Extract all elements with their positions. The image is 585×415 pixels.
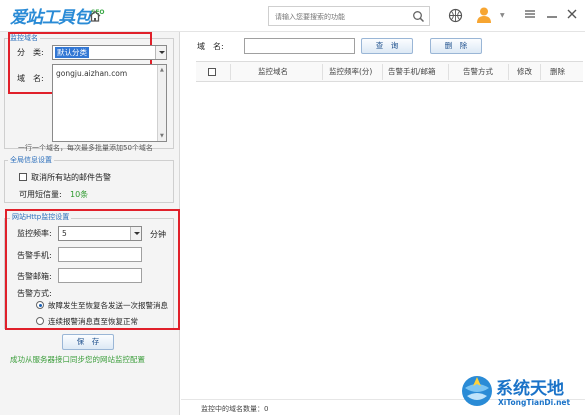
scroll-down-icon[interactable]: ▼ (160, 133, 164, 139)
search-input[interactable] (275, 10, 405, 23)
minimize-icon[interactable] (546, 8, 558, 20)
filter-domain-label: 域 名: (197, 42, 224, 51)
frequency-select[interactable]: 5 (58, 226, 142, 241)
chevron-down-icon[interactable] (155, 46, 166, 59)
column-header-edit[interactable]: 修改 (517, 62, 532, 82)
filter-domain-input[interactable] (244, 38, 355, 54)
frequency-unit: 分钟 (150, 230, 166, 239)
watermark-logo: 系统天地 XiTongTianDi.net (454, 372, 585, 415)
sms-label: 可用短信量: (19, 190, 62, 199)
domain-list-panel: 域 名: 查 询 删 除 监控域名 监控频率(分) 告警手机/邮箱 告警方式 修… (181, 32, 585, 415)
globe-icon (462, 376, 492, 406)
sms-value: 10条 (70, 190, 89, 199)
delete-button[interactable]: 删 除 (430, 38, 482, 54)
column-header-domain[interactable]: 监控域名 (258, 62, 288, 82)
ball-icon[interactable] (448, 8, 463, 23)
scroll-up-icon[interactable]: ▲ (160, 67, 164, 73)
alert-mode-label: 告警方式: (17, 289, 52, 298)
search-icon[interactable] (412, 10, 425, 23)
cancel-alerts-checkbox[interactable] (19, 173, 27, 181)
frequency-label: 监控频率: (17, 229, 52, 238)
alert-email-label: 告警邮箱: (17, 272, 52, 281)
alert-mode-option-once[interactable]: 故障发生至恢复各发送一次报警消息 (48, 300, 168, 311)
menu-icon[interactable] (524, 8, 536, 20)
domain-table-header: 监控域名 监控频率(分) 告警手机/邮箱 告警方式 修改 删除 (196, 61, 583, 82)
alert-mode-radio-once[interactable] (36, 301, 44, 309)
settings-panel: 监控域名 分 类: 默认分类 域 名: gongju.aizhan.com ▲ … (0, 32, 180, 415)
domain-hint: 一行一个域名，每次最多批量添加50个域名 (18, 144, 153, 152)
search-field[interactable] (268, 6, 430, 26)
cancel-alerts-label[interactable]: 取消所有站的邮件告警 (31, 172, 111, 183)
http-settings-title: 网站Http监控设置 (10, 212, 72, 222)
column-header-contact[interactable]: 告警手机/邮箱 (388, 62, 436, 82)
select-all-checkbox[interactable] (208, 68, 216, 76)
domain-textarea[interactable]: gongju.aizhan.com ▲ ▼ (52, 64, 167, 142)
top-bar: 爱站工具包 SEO ▼ (0, 0, 585, 32)
global-settings-title: 全局信息设置 (8, 155, 54, 165)
save-button[interactable]: 保 存 (62, 334, 114, 350)
home-icon[interactable] (88, 9, 102, 23)
query-button[interactable]: 查 询 (361, 38, 413, 54)
watermark-title: 系统天地 (496, 379, 564, 399)
alert-phone-input[interactable] (58, 247, 142, 262)
column-header-delete[interactable]: 删除 (550, 62, 565, 82)
domain-scrollbar[interactable]: ▲ ▼ (157, 65, 166, 141)
column-header-frequency[interactable]: 监控频率(分) (329, 62, 372, 82)
alert-mode-option-continuous[interactable]: 连续报警消息直至恢复正常 (48, 316, 138, 327)
monitored-count: 监控中的域名数量：0 (201, 405, 269, 413)
domain-textarea-value: gongju.aizhan.com (56, 69, 128, 78)
user-menu-caret-icon[interactable]: ▼ (500, 12, 505, 19)
alert-mode-radio-continuous[interactable] (36, 317, 44, 325)
sync-status-link[interactable]: 成功从服务器接口同步您的网站监控配置 (10, 354, 145, 365)
user-avatar-icon[interactable] (476, 6, 492, 24)
category-select[interactable]: 默认分类 (52, 45, 167, 60)
category-label: 分 类: (17, 48, 44, 57)
close-icon[interactable] (566, 8, 578, 20)
frequency-value: 5 (62, 229, 67, 238)
logo-text: 爱站工具包 (10, 8, 91, 28)
category-selected-value: 默认分类 (55, 47, 89, 58)
alert-phone-label: 告警手机: (17, 251, 52, 260)
chevron-down-icon[interactable] (130, 227, 141, 240)
column-header-mode[interactable]: 告警方式 (463, 62, 493, 82)
domain-label: 域 名: (17, 74, 44, 83)
watermark-url: XiTongTianDi.net (498, 398, 571, 407)
alert-email-input[interactable] (58, 268, 142, 283)
